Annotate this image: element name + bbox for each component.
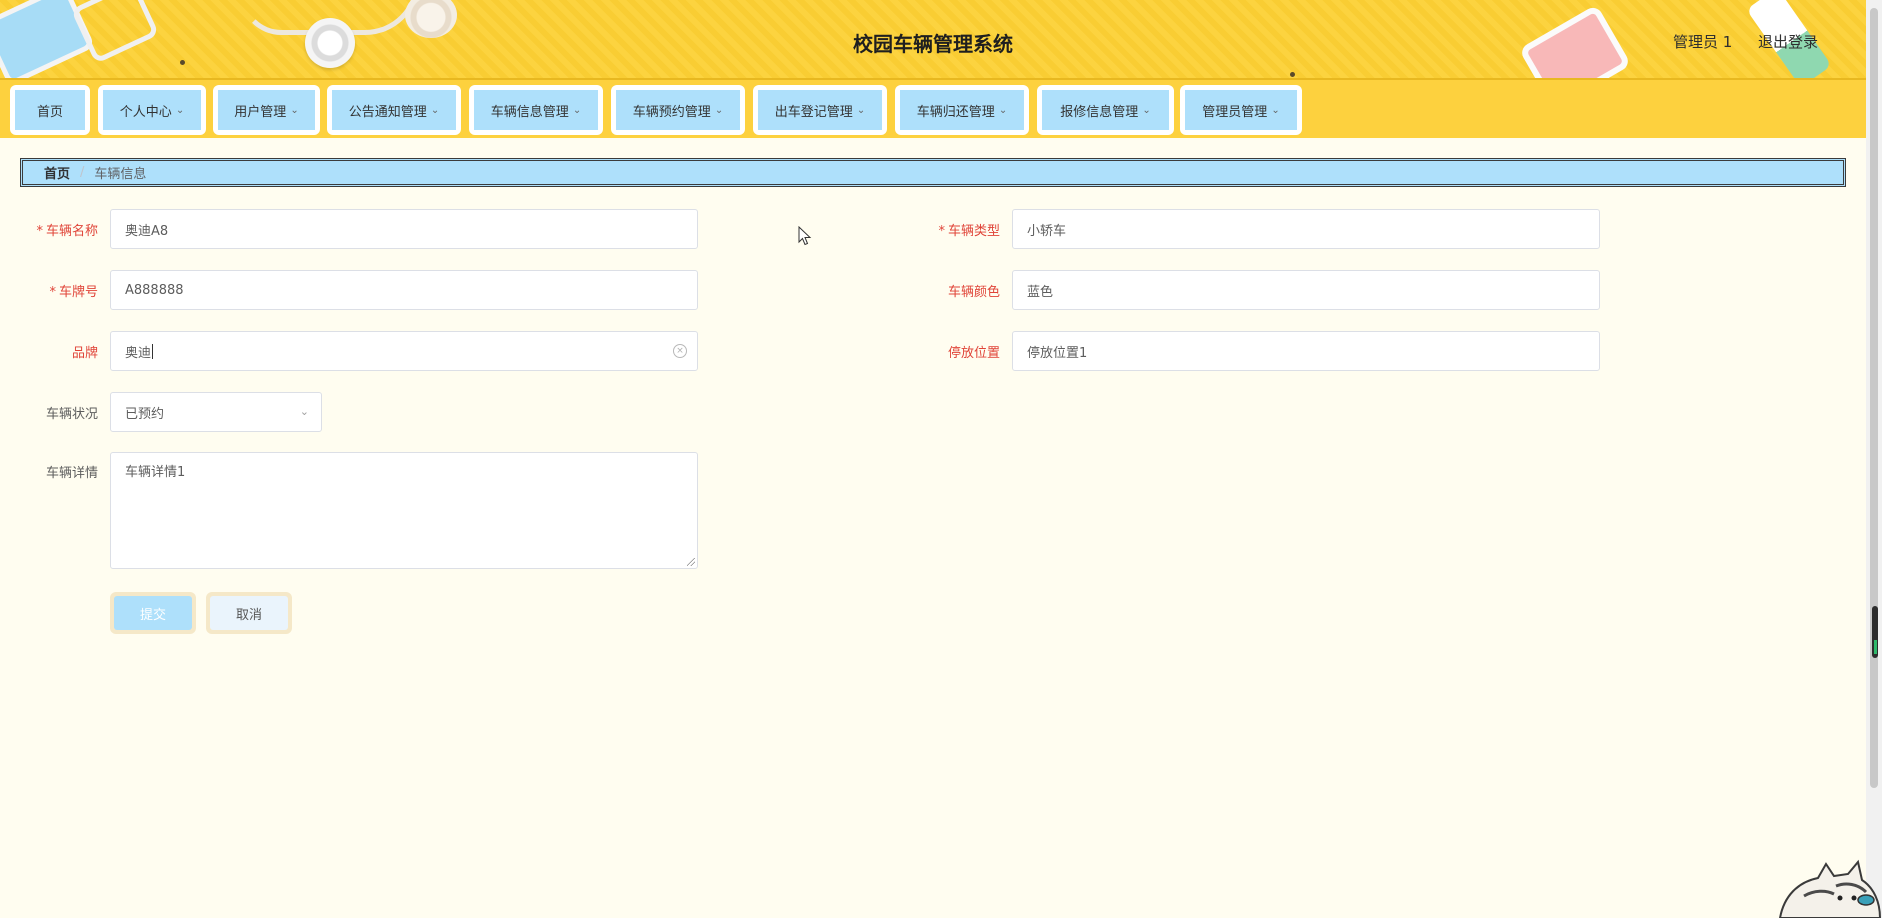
chevron-down-icon: ⌄ xyxy=(175,104,185,116)
submit-button-wrap: 提交 xyxy=(110,592,196,634)
nav-label: 出车登记管理 xyxy=(774,104,853,120)
brand-input[interactable]: 奥迪 × xyxy=(110,331,698,371)
nav-item-user-management[interactable]: 用户管理 ⌄ xyxy=(213,85,320,135)
cat-mascot-icon xyxy=(1778,859,1882,918)
vehicle-type-input[interactable]: 小轿车 xyxy=(1012,209,1600,249)
decor-dot xyxy=(180,60,185,65)
vehicle-color-label: 车辆颜色 xyxy=(947,285,1000,300)
required-mark: * xyxy=(36,224,43,239)
nav-label: 个人中心 xyxy=(119,104,172,120)
vehicle-color-input[interactable]: 蓝色 xyxy=(1012,270,1600,310)
app-title: 校园车辆管理系统 xyxy=(853,32,1013,56)
nav-label: 公告通知管理 xyxy=(348,104,427,120)
brand-label: 品牌 xyxy=(71,346,98,361)
vehicle-type-label: * 车辆类型 xyxy=(938,224,1000,239)
vehicle-details-textarea[interactable]: 车辆详情1 xyxy=(110,452,698,569)
resize-handle-icon[interactable] xyxy=(687,558,695,566)
chevron-down-icon: ⌄ xyxy=(1142,104,1151,116)
circle-x-icon[interactable]: × xyxy=(673,344,687,358)
plate-number-input[interactable]: A888888 xyxy=(110,270,698,310)
breadcrumb-current: 车辆信息 xyxy=(94,167,147,182)
nav-label: 管理员管理 xyxy=(1202,104,1268,120)
submit-button[interactable]: 提交 xyxy=(114,596,192,630)
nav-label: 用户管理 xyxy=(234,104,287,120)
mouse-cursor-icon xyxy=(798,226,812,246)
text-caret xyxy=(152,343,154,359)
parking-location-label: 停放位置 xyxy=(947,346,1000,361)
vehicle-details-label: 车辆详情 xyxy=(45,466,98,481)
nav-label: 首页 xyxy=(36,104,63,120)
vehicle-name-input[interactable]: 奥迪A8 xyxy=(110,209,698,249)
cancel-button[interactable]: 取消 xyxy=(210,596,288,630)
required-mark: * xyxy=(938,224,945,239)
chevron-down-icon: ⌄ xyxy=(572,104,582,116)
nav-item-home[interactable]: 首页 xyxy=(10,85,90,135)
scroll-widget-indicator xyxy=(1874,640,1877,654)
nav-item-vehicle-reservation-management[interactable]: 车辆预约管理 ⌄ xyxy=(611,85,745,135)
nav-item-personal-center[interactable]: 个人中心 ⌄ xyxy=(98,85,206,135)
chevron-down-icon: ⌄ xyxy=(430,104,440,116)
nav-label: 车辆归还管理 xyxy=(916,104,995,120)
chevron-down-icon: ⌄ xyxy=(856,104,866,116)
chevron-down-icon: ⌄ xyxy=(290,104,299,116)
nav-item-dispatch-registration-management[interactable]: 出车登记管理 ⌄ xyxy=(753,85,887,135)
nav-label: 车辆信息管理 xyxy=(490,104,569,120)
required-mark: * xyxy=(49,285,56,300)
nav-label: 报修信息管理 xyxy=(1060,104,1139,120)
vehicle-status-label: 车辆状况 xyxy=(45,407,98,422)
scrollbar-thumb[interactable] xyxy=(1870,8,1878,788)
nav-item-vehicle-return-management[interactable]: 车辆归还管理 ⌄ xyxy=(895,85,1029,135)
nav-label: 车辆预约管理 xyxy=(632,104,711,120)
nav-item-admin-management[interactable]: 管理员管理 ⌄ xyxy=(1180,85,1302,135)
breadcrumb: 首页 / 车辆信息 xyxy=(20,158,1846,187)
nav-item-repair-info-management[interactable]: 报修信息管理 ⌄ xyxy=(1037,85,1174,135)
app-header: 校园车辆管理系统 管理员 1 退出登录 xyxy=(0,0,1866,80)
parking-location-input[interactable]: 停放位置1 xyxy=(1012,331,1600,371)
chevron-down-icon: ⌄ xyxy=(998,104,1008,116)
plate-number-label: * 车牌号 xyxy=(49,285,98,300)
breadcrumb-separator: / xyxy=(80,165,85,180)
chevron-down-icon: ⌄ xyxy=(1271,104,1280,116)
main-nav: 首页 个人中心 ⌄ 用户管理 ⌄ 公告通知管理 ⌄ 车辆信息管理 ⌄ 车辆预约管理 ⌄ 出… xyxy=(0,80,1866,138)
vehicle-status-select[interactable]: 已预约 ⌄ xyxy=(110,392,322,432)
logout-link[interactable]: 退出登录 xyxy=(1758,31,1818,52)
decor-dot xyxy=(1290,72,1295,77)
current-user: 管理员 1 xyxy=(1673,33,1733,51)
cancel-button-wrap: 取消 xyxy=(206,592,292,634)
breadcrumb-home[interactable]: 首页 xyxy=(44,163,70,182)
chevron-down-icon: ⌄ xyxy=(299,405,309,418)
nav-item-notice-management[interactable]: 公告通知管理 ⌄ xyxy=(327,85,461,135)
chevron-down-icon: ⌄ xyxy=(714,104,724,116)
vehicle-name-label: * 车辆名称 xyxy=(36,224,98,239)
nav-item-vehicle-info-management[interactable]: 车辆信息管理 ⌄ xyxy=(469,85,603,135)
